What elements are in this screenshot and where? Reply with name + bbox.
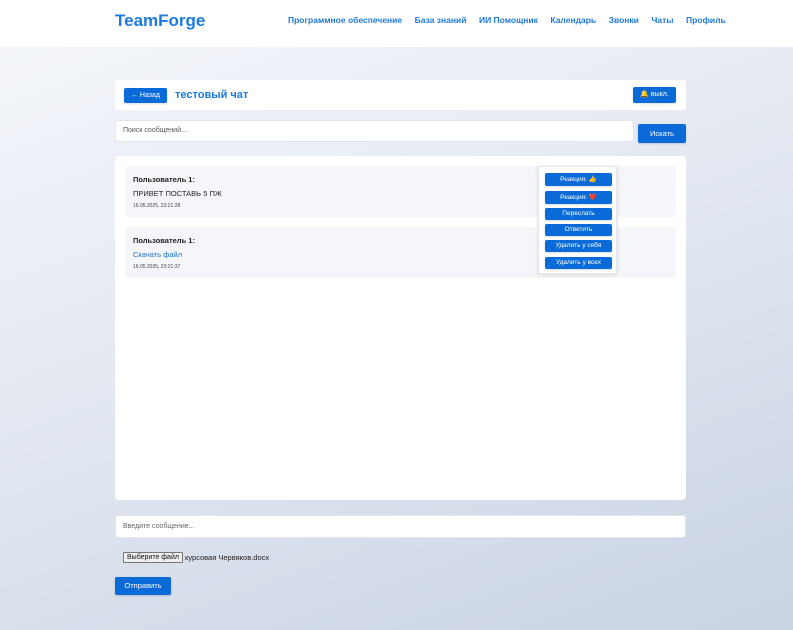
nav-chats[interactable]: Чаты: [651, 15, 673, 25]
search-button[interactable]: Искать: [638, 124, 686, 143]
top-navbar: TeamForge Программное обеспечение База з…: [0, 0, 793, 47]
reaction-like-button[interactable]: Реакция: 👍: [545, 173, 612, 186]
nav-calls[interactable]: Звонки: [609, 15, 639, 25]
notifications-toggle-button[interactable]: 🔔 выкл.: [633, 87, 676, 103]
choose-file-button[interactable]: Выберите файл: [123, 552, 183, 563]
chat-title: тестовый чат: [175, 89, 249, 101]
nav-ai-assistant[interactable]: ИИ Помощник: [479, 15, 538, 25]
main-nav: Программное обеспечение База знаний ИИ П…: [288, 15, 726, 25]
app-logo[interactable]: TeamForge: [115, 11, 205, 31]
nav-profile[interactable]: Профиль: [686, 15, 726, 25]
send-button[interactable]: Отправить: [115, 577, 171, 595]
message-search-input[interactable]: Поиск сообщений...: [115, 120, 634, 142]
message-text: ПРИВЕТ ПОСТАВЬ 5 ПЖ: [133, 189, 222, 198]
notify-label: выкл.: [650, 91, 669, 98]
download-file-link[interactable]: Скачать файл: [133, 250, 182, 259]
message-context-menu: Реакция: 👍 Реакция: ❤️ Переслать Ответит…: [538, 166, 617, 274]
nav-software[interactable]: Программное обеспечение: [288, 15, 402, 25]
reply-button[interactable]: Ответить: [545, 224, 612, 236]
delete-for-all-button[interactable]: Удалить у всех: [545, 257, 612, 269]
selected-file-name: курсовая Червяков.docx: [184, 553, 270, 562]
file-picker: Выберите файл курсовая Червяков.docx: [123, 552, 269, 563]
back-button[interactable]: ← Назад: [124, 88, 167, 103]
forward-button[interactable]: Переслать: [545, 208, 612, 220]
reaction-heart-button[interactable]: Реакция: ❤️: [545, 191, 612, 204]
message-timestamp: 16.05.2025, 23:21:28: [133, 203, 181, 209]
message-input[interactable]: Введите сообщение...: [115, 515, 686, 538]
bell-icon: 🔔: [640, 91, 649, 98]
message-author: Пользователь 1:: [133, 236, 195, 245]
chat-header: ← Назад тестовый чат 🔔 выкл.: [115, 80, 686, 110]
message-author: Пользователь 1:: [133, 175, 195, 184]
nav-calendar[interactable]: Календарь: [550, 15, 596, 25]
nav-knowledge-base[interactable]: База знаний: [415, 15, 467, 25]
delete-for-me-button[interactable]: Удалить у себя: [545, 240, 612, 252]
message-timestamp: 16.05.2025, 23:21:37: [133, 264, 181, 270]
